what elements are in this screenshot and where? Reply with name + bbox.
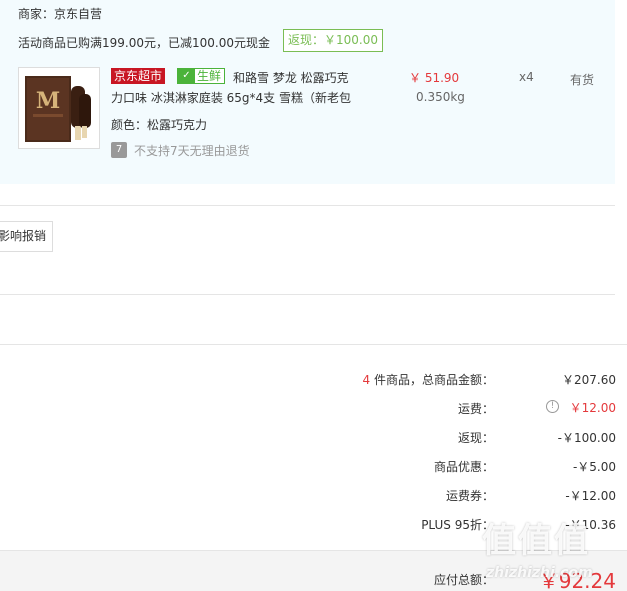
goods-total-value: ￥207.60 [562, 373, 616, 387]
fresh-tag: ✓ 生鲜 [177, 68, 225, 84]
thumbnail-brand: M [36, 88, 60, 114]
product-name-line1[interactable]: 和路雪 梦龙 松露巧克 [233, 69, 349, 86]
goods-count: 4 [362, 373, 371, 387]
divider [0, 294, 615, 295]
divider [0, 344, 627, 345]
unit-price: ￥ 51.90 [409, 71, 460, 85]
divider [0, 205, 615, 206]
product-color: 颜色：松露巧克力 [111, 118, 208, 132]
return-policy: 不支持7天无理由退货 [134, 144, 250, 158]
product-weight: 0.350kg [416, 90, 465, 104]
freight-value: ￥12.00 [569, 401, 616, 415]
ice-cream-box-image: M [25, 76, 91, 142]
no-return-icon: 7 [111, 142, 127, 158]
rebate-label: 返现： [457, 431, 494, 445]
rebate-badge: 返现：￥100.00 [283, 29, 383, 52]
reimburse-button[interactable]: 影响报销 [0, 221, 53, 252]
freight-coupon-value: -￥12.00 [565, 489, 616, 503]
freight-label: 运费： [457, 402, 494, 416]
freight-coupon-label: 运费券： [445, 489, 494, 503]
rebate-value: -￥100.00 [557, 431, 616, 445]
seller-name: 商家：京东自营 [18, 7, 103, 21]
fresh-tag-label: 生鲜 [197, 69, 222, 83]
stock-status: 有货 [570, 73, 595, 87]
quantity: x4 [519, 70, 534, 84]
watermark-logo: 值值值 zhizhizhi.com [480, 513, 620, 588]
watermark-glyphs: 值值值 [482, 521, 590, 561]
product-name-line2[interactable]: 力口味 冰淇淋家庭装 65g*4支 雪糕（新老包 [111, 89, 351, 106]
info-icon[interactable]: ! [546, 400, 559, 413]
fresh-icon: ✓ [178, 69, 195, 83]
watermark-site: zhizhizhi.com [486, 565, 593, 581]
discount-label: 商品优惠： [433, 460, 494, 474]
supermarket-tag: 京东超市 [111, 68, 166, 84]
promo-text: 活动商品已购满199.00元，已减100.00元现金 [18, 36, 270, 50]
discount-value: -￥5.00 [572, 460, 616, 474]
goods-count-label: 4 件商品，总商品金额： [362, 373, 494, 387]
product-thumbnail[interactable]: M [18, 67, 100, 149]
